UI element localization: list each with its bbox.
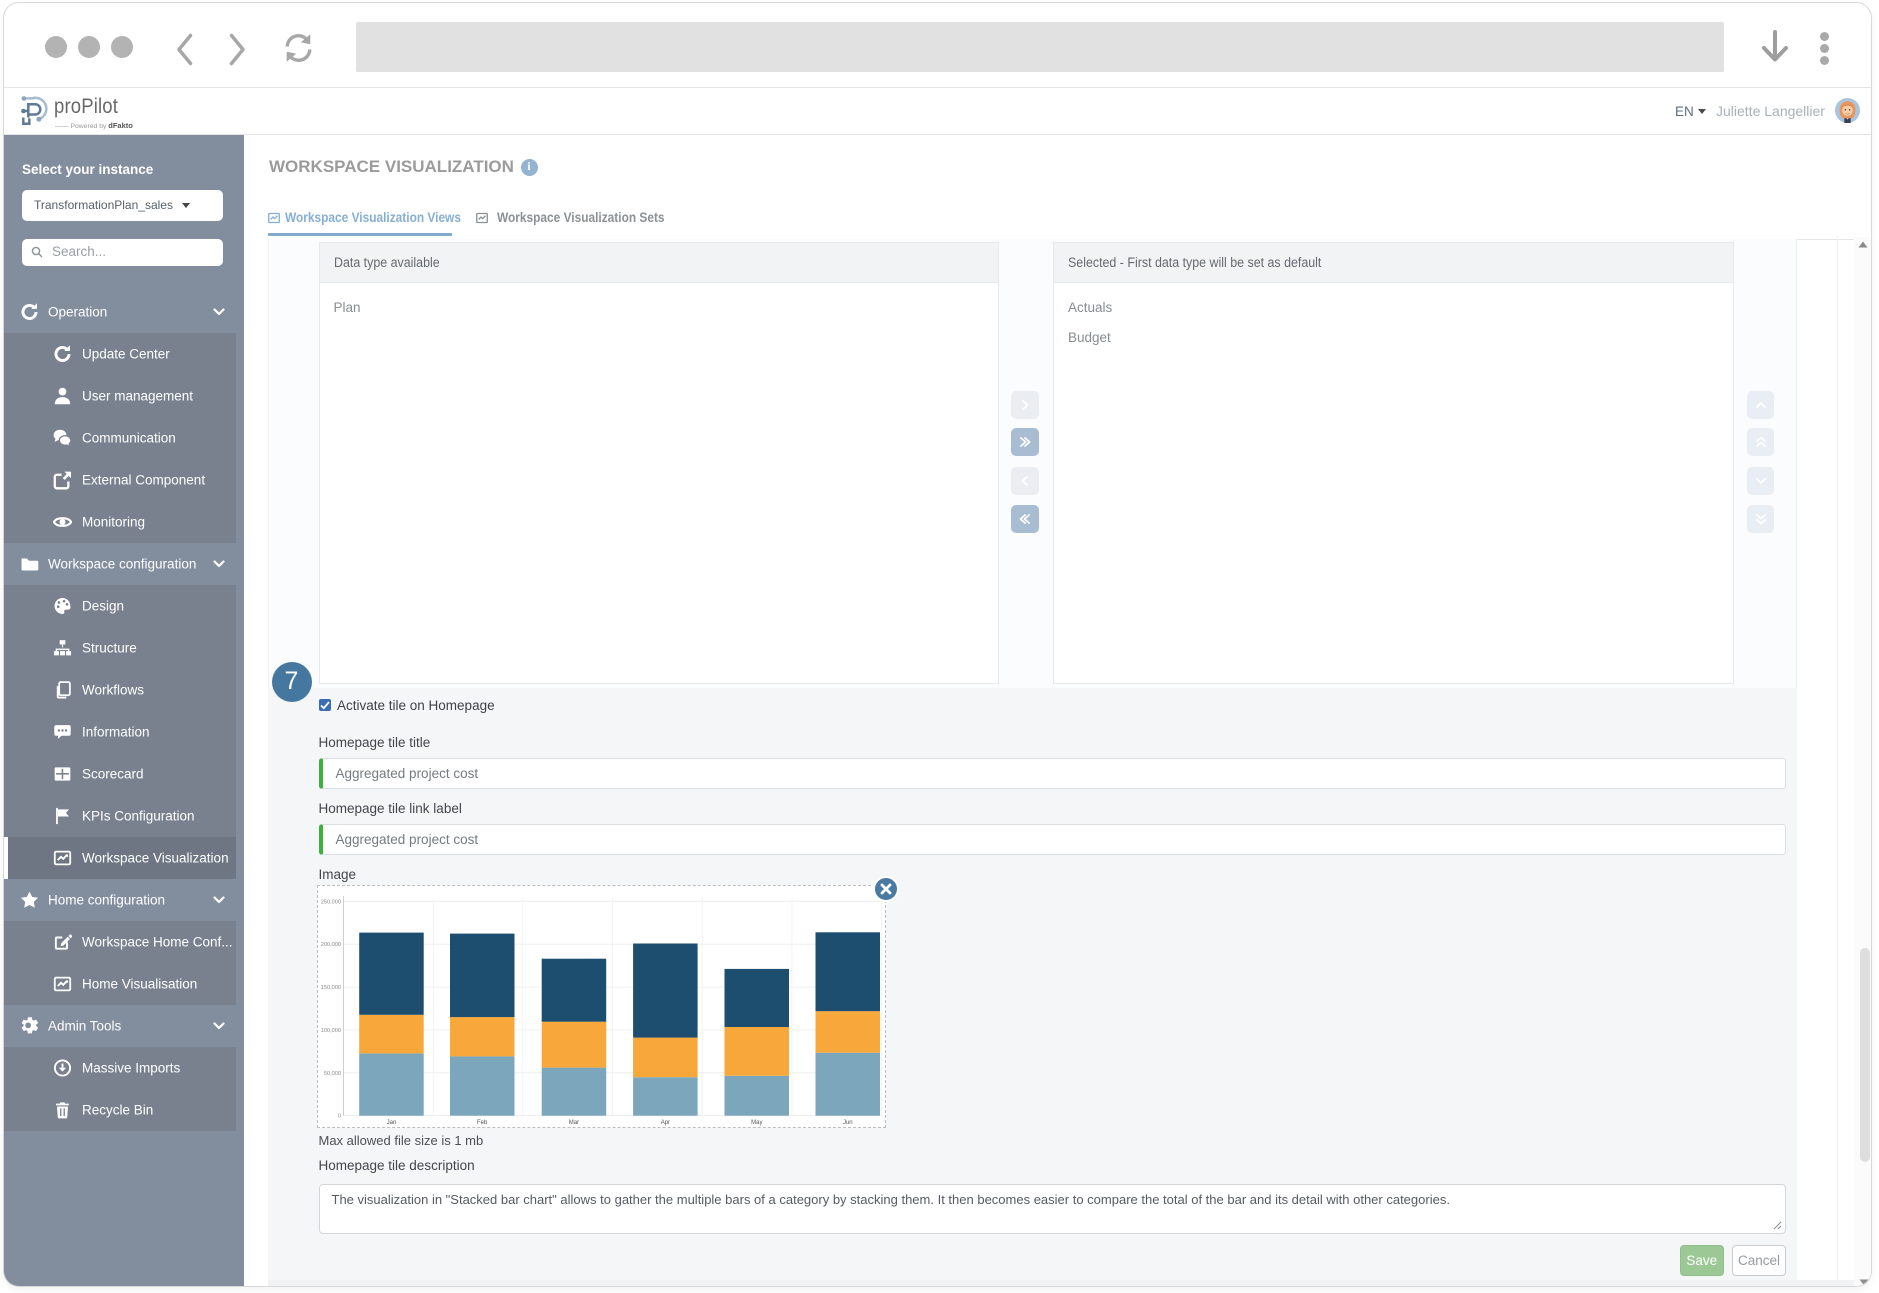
svg-text:0: 0 — [337, 1113, 340, 1119]
svg-text:May: May — [751, 1120, 762, 1126]
svg-text:250,000: 250,000 — [320, 899, 340, 905]
svg-text:Mar: Mar — [568, 1120, 578, 1126]
svg-text:150,000: 150,000 — [320, 985, 340, 991]
svg-text:Feb: Feb — [477, 1120, 488, 1126]
svg-text:Jan: Jan — [386, 1120, 396, 1126]
svg-text:100,000: 100,000 — [320, 1027, 340, 1033]
svg-text:50,000: 50,000 — [323, 1070, 340, 1076]
svg-text:Jun: Jun — [842, 1120, 852, 1126]
svg-text:200,000: 200,000 — [320, 942, 340, 948]
svg-text:Apr: Apr — [660, 1120, 669, 1126]
